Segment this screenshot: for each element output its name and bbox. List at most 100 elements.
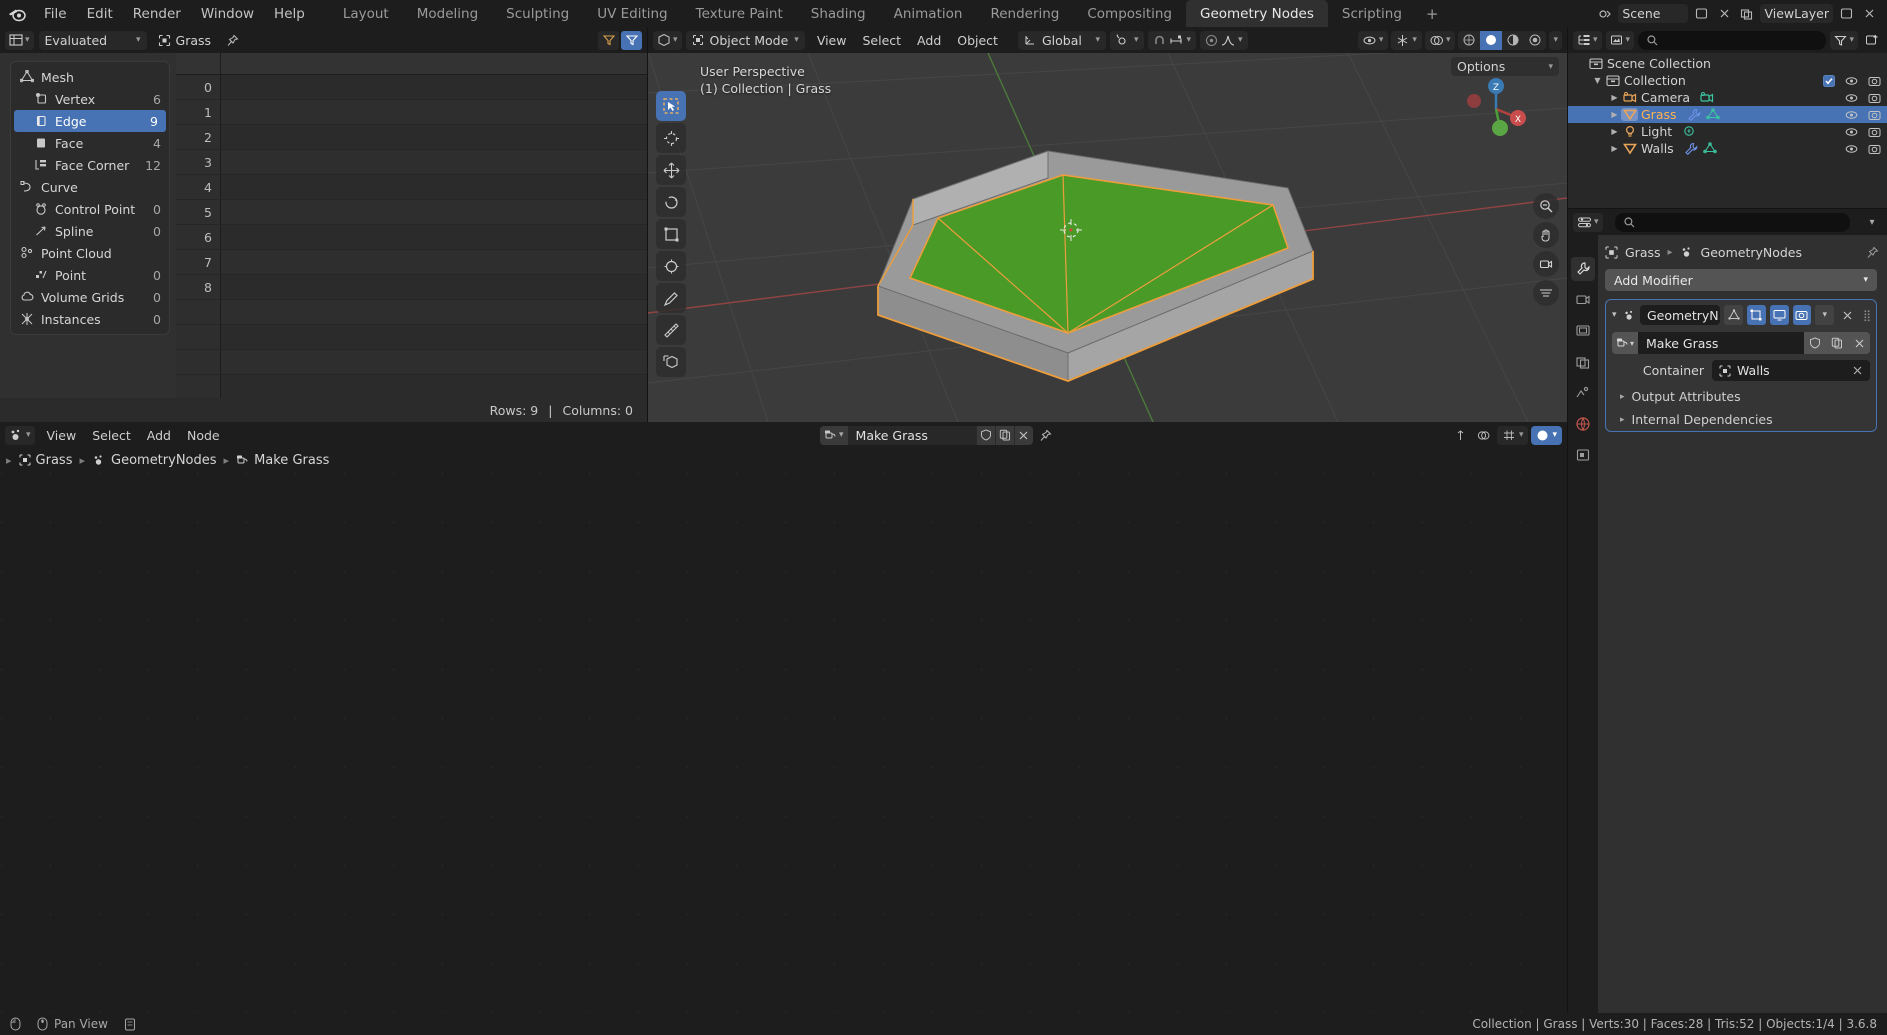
dataset-row-control-point[interactable]: Control Point 0 <box>11 198 169 220</box>
eye-icon[interactable] <box>1845 92 1858 104</box>
scene-selector[interactable]: Scene <box>1618 4 1689 23</box>
unlink-icon[interactable] <box>1013 425 1033 445</box>
pan-hand-icon[interactable] <box>1533 222 1559 248</box>
new-viewlayer-icon[interactable] <box>1836 4 1856 23</box>
add-modifier-button[interactable]: Add Modifier ▾ <box>1605 269 1877 291</box>
blender-logo-icon[interactable] <box>6 4 28 24</box>
eye-icon[interactable] <box>1845 126 1858 138</box>
nodegroup-unlink-icon[interactable] <box>1848 332 1870 354</box>
outliner-display-mode-icon[interactable]: ▾ <box>1605 30 1635 50</box>
eye-icon[interactable] <box>1845 143 1858 155</box>
properties-breadcrumb-modifier[interactable]: GeometryNodes <box>1701 245 1802 260</box>
overlays-dropdown[interactable]: ▾ <box>1424 30 1456 50</box>
spreadsheet-row[interactable]: 1 <box>176 100 647 125</box>
node-snap-dropdown[interactable]: ▾ <box>1496 425 1529 445</box>
workspace-tab-sculpting[interactable]: Sculpting <box>492 0 583 27</box>
measure-tool[interactable] <box>656 315 686 345</box>
material-shading-icon[interactable] <box>1502 31 1524 50</box>
nodegroup-name[interactable]: Make Grass <box>848 428 976 443</box>
modifier-delete-icon[interactable] <box>1838 305 1857 325</box>
scene-browse-icon[interactable] <box>1595 4 1615 23</box>
visibility-dropdown[interactable]: ▾ <box>1357 30 1389 50</box>
chevron-right-icon[interactable]: ▶ <box>1608 144 1621 153</box>
scale-tool[interactable] <box>656 219 686 249</box>
chevron-right-icon[interactable]: ▶ <box>1608 110 1621 119</box>
fake-user-icon[interactable] <box>975 425 995 445</box>
x-scene-icon[interactable] <box>1714 4 1734 23</box>
edit-mode-display-icon[interactable] <box>1724 305 1743 325</box>
move-tool[interactable] <box>656 155 686 185</box>
snap-controls[interactable]: ▾ <box>1147 30 1197 50</box>
cursor-tool[interactable] <box>656 123 686 153</box>
dataset-row-face[interactable]: Face 4 <box>11 132 169 154</box>
properties-search-input[interactable] <box>1614 212 1850 232</box>
dataset-row-instances[interactable]: Instances 0 <box>11 308 169 330</box>
workspace-tab-geometry-nodes[interactable]: Geometry Nodes <box>1186 0 1328 27</box>
menu-edit[interactable]: Edit <box>77 4 123 24</box>
menu-file[interactable]: File <box>34 4 77 24</box>
collection-checkbox[interactable] <box>1823 74 1835 87</box>
object-tab[interactable] <box>1571 443 1595 467</box>
snap-node-icon[interactable] <box>1451 426 1471 445</box>
workspace-tab-rendering[interactable]: Rendering <box>976 0 1073 27</box>
modifier-nodegroup-name[interactable]: Make Grass <box>1638 332 1804 354</box>
render-visibility-icon[interactable] <box>1868 143 1881 155</box>
editmode-toggle-icon[interactable] <box>1746 305 1766 325</box>
properties-pin-icon[interactable] <box>1866 246 1879 259</box>
node-canvas[interactable]: ▾Group InputContainer▾Object InfoGeometr… <box>0 472 1567 1013</box>
filter-enable-icon[interactable] <box>621 30 642 50</box>
outliner-filter-icon[interactable]: ▾ <box>1830 30 1858 50</box>
world-tab[interactable] <box>1571 412 1595 436</box>
proportional-edit-controls[interactable]: ▾ <box>1200 30 1248 50</box>
viewport-menu-select[interactable]: Select <box>854 31 909 50</box>
outliner-item-collection[interactable]: ▼ Collection <box>1568 72 1887 89</box>
zoom-icon[interactable] <box>1533 193 1559 219</box>
dataset-row-face-corner[interactable]: Face Corner 12 <box>11 154 169 176</box>
dataset-row-spline[interactable]: Spline 0 <box>11 220 169 242</box>
workspace-tab-texture-paint[interactable]: Texture Paint <box>682 0 797 27</box>
mesh-data-icon[interactable] <box>1702 142 1717 155</box>
workspace-tab-layout[interactable]: Layout <box>329 0 403 27</box>
output-tab[interactable] <box>1571 319 1595 343</box>
render-display-icon[interactable] <box>1792 305 1812 325</box>
node-menu-view[interactable]: View <box>39 426 85 445</box>
outliner-item-scene-collection[interactable]: Scene Collection <box>1568 55 1887 72</box>
viewport-menu-add[interactable]: Add <box>909 31 949 50</box>
outliner-search-input[interactable] <box>1638 30 1827 50</box>
render-visibility-icon[interactable] <box>1868 75 1881 87</box>
container-value-field[interactable]: Walls <box>1712 360 1870 381</box>
workspace-tab-uv-editing[interactable]: UV Editing <box>583 0 681 27</box>
workspace-tab-shading[interactable]: Shading <box>797 0 880 27</box>
workspace-tab-scripting[interactable]: Scripting <box>1328 0 1416 27</box>
wrench-icon[interactable] <box>1687 108 1701 121</box>
outliner-item-grass[interactable]: ▶ Grass <box>1568 106 1887 123</box>
dataset-row-mesh[interactable]: Mesh <box>11 66 169 88</box>
breadcrumb-item-nodetree[interactable]: Make Grass <box>236 453 329 468</box>
viewport-canvas[interactable]: User Perspective (1) Collection | Grass <box>648 53 1567 422</box>
nodegroup-idblock[interactable]: ▾ Make Grass <box>820 425 1033 445</box>
light-data-icon[interactable] <box>1682 125 1696 138</box>
transform-orientation-dropdown[interactable]: Global ▾ <box>1017 30 1106 50</box>
wrench-icon[interactable] <box>1684 142 1698 155</box>
spreadsheet-grid[interactable]: 012345678 <box>176 53 647 398</box>
geometry-nodes-icon[interactable]: ▾ <box>5 425 35 445</box>
camera-data-icon[interactable] <box>1700 91 1714 104</box>
scene-tab[interactable] <box>1571 381 1595 405</box>
internal-dependencies-section[interactable]: ▸ Internal Dependencies <box>1620 412 1870 427</box>
remove-viewlayer-icon[interactable] <box>1859 4 1879 23</box>
menu-window[interactable]: Window <box>191 4 264 24</box>
node-menu-node[interactable]: Node <box>179 426 228 445</box>
camera-view-icon[interactable] <box>1533 251 1559 277</box>
workspace-tab-compositing[interactable]: Compositing <box>1073 0 1186 27</box>
nodegroup-duplicate-icon[interactable] <box>1826 332 1848 354</box>
select-box-tool[interactable] <box>656 91 686 121</box>
interaction-mode-dropdown[interactable]: Object Mode ▾ <box>685 30 805 50</box>
node-pin-icon[interactable] <box>1036 426 1056 445</box>
breadcrumb-item-object[interactable]: Grass <box>19 453 72 468</box>
shading-options-dropdown[interactable]: ▾ <box>1549 30 1562 50</box>
add-workspace-button[interactable]: + <box>1416 2 1449 26</box>
container-clear-icon[interactable] <box>1852 365 1863 376</box>
viewport-menu-view[interactable]: View <box>809 31 855 50</box>
eye-icon[interactable] <box>1845 109 1858 121</box>
outliner-item-camera[interactable]: ▶ Camera <box>1568 89 1887 106</box>
